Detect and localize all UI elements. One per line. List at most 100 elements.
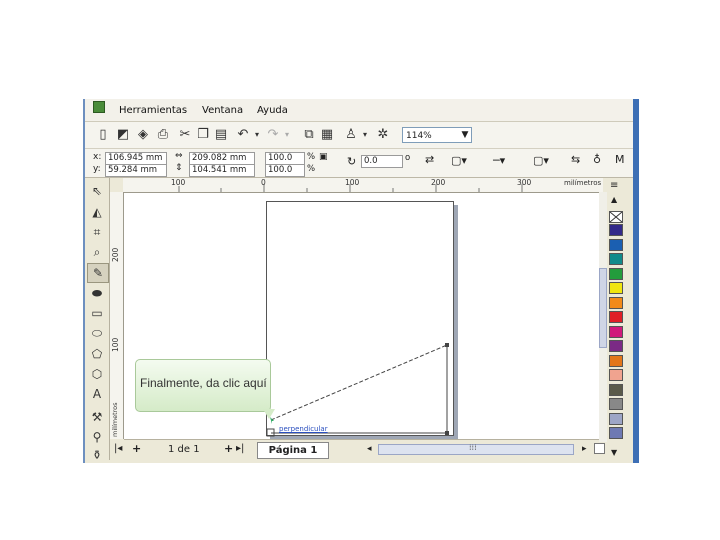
height-field[interactable]: 104.541 mm bbox=[189, 164, 255, 177]
top-ruler: 100 0 100 200 300 milímetros bbox=[123, 178, 603, 193]
add-page-after-icon[interactable]: + bbox=[224, 442, 233, 455]
color-swatch[interactable] bbox=[609, 253, 623, 265]
scroll-left-icon[interactable]: ◂ bbox=[367, 444, 372, 454]
node-handle bbox=[445, 431, 449, 435]
color-swatch[interactable] bbox=[609, 267, 623, 280]
new-document-icon[interactable]: ▯ bbox=[95, 127, 111, 143]
navigator-icon[interactable] bbox=[594, 443, 605, 454]
ellipse-tool-icon[interactable]: ⬭ bbox=[87, 324, 107, 342]
first-page-icon[interactable]: |◂ bbox=[114, 443, 122, 454]
zoom-dropdown-icon[interactable]: ▼ bbox=[457, 127, 473, 143]
horizontal-scroll-thumb[interactable]: ⁞⁞⁞ bbox=[378, 443, 574, 455]
left-ruler-label: 200 bbox=[111, 247, 120, 262]
menu-herramientas[interactable]: Herramientas bbox=[119, 105, 187, 116]
eyedropper-tool-icon[interactable]: ⚲ bbox=[87, 428, 107, 446]
shape-tool-icon[interactable]: ◭ bbox=[87, 203, 107, 221]
palette-scroll-up-icon[interactable]: ▲ bbox=[611, 195, 617, 204]
zoom-tool-icon[interactable]: ⌕ bbox=[87, 243, 107, 261]
no-fill-swatch[interactable] bbox=[609, 211, 623, 223]
color-swatch[interactable] bbox=[609, 311, 623, 323]
pick-tool-icon[interactable]: ⇖ bbox=[87, 182, 107, 200]
undo-dropdown-icon[interactable]: ▾ bbox=[249, 127, 265, 143]
percent-x-label: % bbox=[307, 152, 316, 162]
palette-menu-icon[interactable]: ≡ bbox=[610, 180, 618, 191]
freehand-tool-icon[interactable]: ✎ bbox=[87, 263, 109, 283]
vertical-scroll-thumb[interactable] bbox=[599, 268, 607, 348]
top-ruler-label: 300 bbox=[517, 178, 532, 187]
print-icon[interactable]: ⎙ bbox=[155, 127, 171, 143]
cut-icon[interactable]: ✂ bbox=[177, 127, 193, 143]
top-ruler-label: 200 bbox=[431, 178, 446, 187]
palette-scroll-down-icon[interactable]: ▼ bbox=[611, 448, 617, 457]
y-label: y: bbox=[93, 164, 101, 174]
app-logo-icon bbox=[93, 101, 105, 113]
lock-ratio-icon[interactable]: ▣ bbox=[319, 152, 328, 162]
interactive-blend-tool-icon[interactable]: ⚒ bbox=[87, 408, 107, 426]
wrap-text-icon[interactable]: ⇆ bbox=[571, 153, 580, 166]
launcher-dropdown-icon[interactable]: ▾ bbox=[357, 127, 373, 143]
coreldraw-window: Herramientas Ventana Ayuda ▯ ◩ ◈ ⎙ ✂ ❐ ▤… bbox=[83, 99, 639, 463]
color-swatch[interactable] bbox=[609, 296, 623, 309]
callout-pointer bbox=[263, 409, 275, 419]
welcome-screen-icon[interactable]: ✲ bbox=[375, 127, 391, 143]
top-ruler-label: 0 bbox=[261, 178, 266, 187]
scale-y-field[interactable]: 100.0 bbox=[265, 164, 305, 177]
percent-y-label: % bbox=[307, 164, 316, 174]
redo-dropdown-icon[interactable]: ▾ bbox=[279, 127, 295, 143]
page-navigation-bar: |◂ + 1 de 1 + ▸| Página 1 ◂ ⁞⁞⁞ ▸ bbox=[114, 439, 605, 461]
line-style-select[interactable]: ─▾ bbox=[493, 154, 505, 167]
top-ruler-label: 100 bbox=[171, 178, 186, 187]
height-icon: ⇕ bbox=[175, 163, 183, 173]
mirror-icon[interactable]: ⇄ bbox=[425, 153, 434, 166]
scroll-right-icon[interactable]: ▸ bbox=[582, 444, 587, 454]
color-swatch[interactable] bbox=[609, 383, 623, 396]
color-swatch[interactable] bbox=[609, 398, 623, 410]
rotation-angle-field[interactable]: 0.0 bbox=[361, 155, 403, 168]
color-palette: ≡ ▲ ▼ bbox=[607, 178, 625, 460]
instruction-callout: Finalmente, da clic aquí bbox=[135, 359, 271, 412]
export-icon[interactable]: ▦ bbox=[319, 127, 335, 143]
color-swatch[interactable] bbox=[609, 412, 623, 425]
color-swatch[interactable] bbox=[609, 354, 623, 367]
smart-fill-tool-icon[interactable]: ⬬ bbox=[87, 284, 107, 302]
left-ruler-label: 100 bbox=[111, 337, 120, 352]
color-swatch[interactable] bbox=[609, 369, 623, 381]
standard-toolbar: ▯ ◩ ◈ ⎙ ✂ ❐ ▤ ↶ ▾ ↷ ▾ ⧉ ▦ ♙ ▾ ✲ 114% ▼ bbox=[85, 122, 633, 149]
open-icon[interactable]: ◩ bbox=[115, 127, 131, 143]
start-arrowhead-select[interactable]: ▢▾ bbox=[451, 154, 467, 167]
crop-tool-icon[interactable]: ⌗ bbox=[87, 223, 107, 241]
color-swatch[interactable] bbox=[609, 325, 623, 338]
callout-text: Finalmente, da clic aquí bbox=[140, 376, 267, 390]
color-swatch[interactable] bbox=[609, 238, 623, 251]
menu-bar: Herramientas Ventana Ayuda bbox=[85, 99, 633, 122]
color-swatch[interactable] bbox=[609, 427, 623, 439]
y-position-field[interactable]: 59.284 mm bbox=[105, 164, 167, 177]
end-arrowhead-select[interactable]: ▢▾ bbox=[533, 154, 549, 167]
convert-to-curves-icon[interactable]: ♁ bbox=[593, 153, 601, 166]
more-tools-icon[interactable]: M bbox=[615, 153, 625, 166]
outline-tool-icon[interactable]: ⚱ bbox=[87, 446, 107, 463]
last-page-icon[interactable]: ▸| bbox=[236, 443, 244, 454]
color-swatch[interactable] bbox=[609, 224, 623, 236]
left-ruler: 200 100 milímetros bbox=[109, 192, 124, 439]
property-bar: x: 106.945 mm y: 59.284 mm ⇔ 209.082 mm … bbox=[85, 149, 633, 178]
width-icon: ⇔ bbox=[175, 151, 183, 161]
paste-icon[interactable]: ▤ bbox=[213, 127, 229, 143]
page-tab-pagina-1[interactable]: Página 1 bbox=[257, 442, 329, 459]
basic-shapes-tool-icon[interactable]: ⬡ bbox=[87, 365, 107, 383]
menu-ayuda[interactable]: Ayuda bbox=[257, 105, 288, 116]
vertical-scrollbar[interactable] bbox=[599, 192, 607, 442]
page-counter: 1 de 1 bbox=[168, 444, 200, 455]
copy-icon[interactable]: ❐ bbox=[195, 127, 211, 143]
rectangle-tool-icon[interactable]: ▭ bbox=[87, 304, 107, 322]
save-icon[interactable]: ◈ bbox=[135, 127, 151, 143]
color-swatch[interactable] bbox=[609, 340, 623, 352]
degree-label: o bbox=[405, 153, 411, 163]
text-tool-icon[interactable]: A bbox=[87, 385, 107, 403]
color-swatch[interactable] bbox=[609, 282, 623, 294]
import-icon[interactable]: ⧉ bbox=[301, 127, 317, 143]
polygon-tool-icon[interactable]: ⬠ bbox=[87, 345, 107, 363]
add-page-before-icon[interactable]: + bbox=[132, 442, 141, 455]
top-ruler-label: 100 bbox=[345, 178, 360, 187]
menu-ventana[interactable]: Ventana bbox=[202, 105, 243, 116]
